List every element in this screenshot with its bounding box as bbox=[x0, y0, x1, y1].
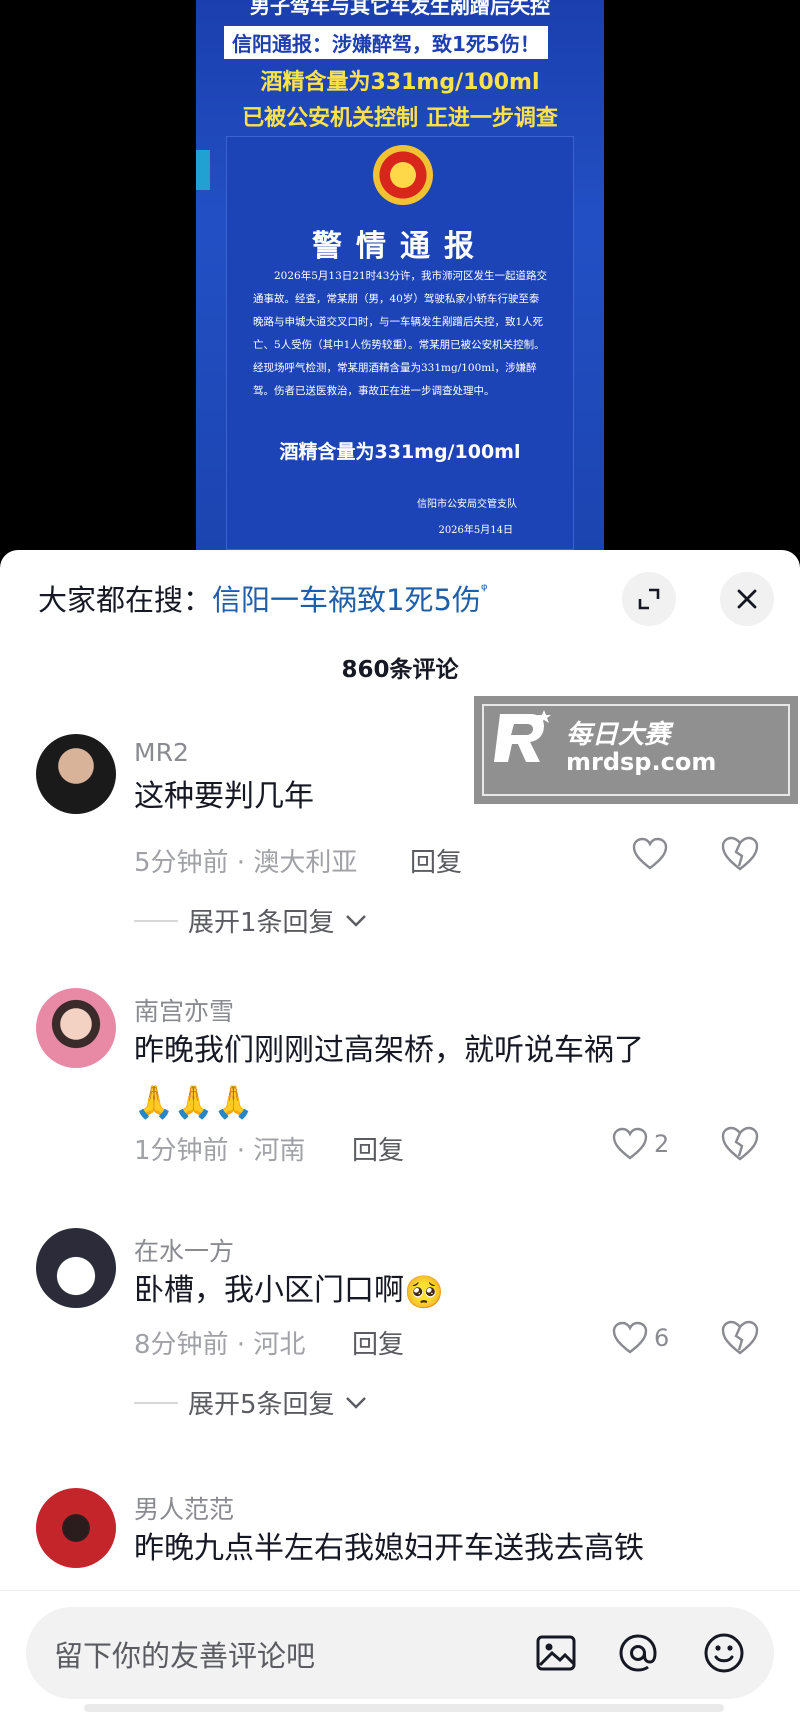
avatar[interactable] bbox=[36, 734, 116, 814]
expand-replies-label: 展开5条回复 bbox=[188, 1390, 335, 1420]
dislike-icon[interactable] bbox=[720, 1318, 760, 1358]
comment-author[interactable]: 在水一方 bbox=[134, 1232, 234, 1268]
search-icon: ᵠ bbox=[480, 580, 488, 599]
reply-button[interactable]: 回复 bbox=[352, 1324, 404, 1361]
video-caption-line-4: 已被公安机关控制 正进一步调查 bbox=[242, 106, 558, 131]
watermark-title: 每日大赛 bbox=[566, 720, 671, 750]
comment-author[interactable]: 男人范范 bbox=[134, 1490, 234, 1526]
dislike-icon[interactable] bbox=[720, 1124, 760, 1164]
video-player[interactable]: 男子驾车与其它车发生剐蹭后失控 信阳通报：涉嫌醉驾，致1死5伤！ 酒精含量为33… bbox=[0, 0, 800, 560]
comment-text: 卧槽，我小区门口啊🥺 bbox=[134, 1266, 754, 1316]
close-icon bbox=[737, 589, 757, 609]
avatar[interactable] bbox=[36, 988, 116, 1068]
pleading-emoji: 🥺 bbox=[404, 1272, 444, 1311]
notice-body: 2026年5月13日21时43分许，我市浉河区发生一起道路交通事故。经查，常某朋… bbox=[253, 270, 547, 397]
notice-date: 2026年5月14日 bbox=[438, 525, 513, 536]
comment-input-bar: 留下你的友善评论吧 bbox=[0, 1590, 800, 1712]
expand-panel-button[interactable] bbox=[622, 572, 676, 626]
emoji-icon[interactable] bbox=[698, 1627, 750, 1679]
police-notice: 警情通报 2026年5月13日21时43分许，我市浉河区发生一起道路交通事故。经… bbox=[226, 136, 574, 550]
image-icon[interactable] bbox=[530, 1627, 582, 1679]
chevron-down-icon bbox=[345, 1396, 366, 1409]
like-button[interactable]: 2 bbox=[612, 1124, 669, 1164]
notice-department: 信阳市公安局交管支队 bbox=[417, 499, 517, 510]
comment-text: 昨晚我们刚刚过高架桥，就听说车祸了 🙏🙏🙏 bbox=[134, 1026, 754, 1126]
comment-count: 860条评论 bbox=[341, 657, 459, 683]
trending-search-term[interactable]: 信阳一车祸致1死5伤 bbox=[212, 577, 481, 619]
trending-search-link[interactable]: 大家都在搜： 信阳一车祸致1死5伤 ᵠ bbox=[38, 578, 488, 618]
comment-input[interactable]: 留下你的友善评论吧 bbox=[26, 1607, 774, 1699]
expand-replies-button[interactable]: 展开5条回复 bbox=[134, 1384, 367, 1421]
reply-button[interactable]: 回复 bbox=[352, 1130, 404, 1167]
avatar[interactable] bbox=[36, 1228, 116, 1308]
notice-title: 警情通报 bbox=[312, 229, 488, 264]
pray-emoji: 🙏🙏🙏 bbox=[134, 1082, 254, 1121]
heart-icon bbox=[612, 1321, 648, 1354]
trending-search-prefix: 大家都在搜： bbox=[38, 583, 213, 617]
chevron-down-icon bbox=[345, 914, 366, 927]
like-count: 6 bbox=[654, 1324, 670, 1352]
expand-replies-label: 展开1条回复 bbox=[188, 908, 335, 938]
divider bbox=[134, 1401, 178, 1404]
comment-meta: 5分钟前 · 澳大利亚 bbox=[134, 848, 358, 878]
heart-icon bbox=[632, 837, 668, 870]
watermark: 每日大赛 mrdsp.com bbox=[472, 694, 800, 806]
comment-text-body: 卧槽，我小区门口啊 bbox=[134, 1273, 404, 1308]
comment-meta: 1分钟前 · 河南 bbox=[134, 1136, 306, 1166]
video-caption-line-1: 男子驾车与其它车发生剐蹭后失控 bbox=[250, 0, 550, 18]
like-count: 2 bbox=[654, 1130, 670, 1158]
comment-text: 昨晚九点半左右我媳妇开车送我去高铁 bbox=[134, 1531, 644, 1566]
avatar[interactable] bbox=[36, 1488, 116, 1568]
comment-author[interactable]: MR2 bbox=[134, 738, 189, 767]
heart-icon bbox=[612, 1127, 648, 1160]
video-frame: 男子驾车与其它车发生剐蹭后失控 信阳通报：涉嫌醉驾，致1死5伤！ 酒精含量为33… bbox=[196, 0, 604, 560]
reply-button[interactable]: 回复 bbox=[410, 842, 462, 879]
at-icon[interactable] bbox=[612, 1627, 664, 1679]
close-panel-button[interactable] bbox=[720, 572, 774, 626]
expand-replies-button[interactable]: 展开1条回复 bbox=[134, 902, 367, 939]
divider bbox=[134, 919, 178, 922]
watermark-url: mrdsp.com bbox=[566, 748, 717, 776]
notice-highlight: 酒精含量为331mg/100ml bbox=[279, 441, 521, 463]
dislike-icon[interactable] bbox=[720, 834, 760, 874]
video-caption-line-2: 信阳通报：涉嫌醉驾，致1死5伤！ bbox=[224, 26, 548, 59]
home-indicator bbox=[84, 1704, 724, 1712]
video-caption-line-3: 酒精含量为331mg/100ml bbox=[260, 70, 540, 95]
comment-input-placeholder: 留下你的友善评论吧 bbox=[54, 1639, 316, 1673]
like-button[interactable] bbox=[632, 834, 668, 874]
watermark-logo-icon bbox=[494, 710, 551, 762]
expand-icon bbox=[638, 588, 660, 610]
comment-text-body: 昨晚我们刚刚过高架桥，就听说车祸了 bbox=[134, 1033, 644, 1068]
like-button[interactable]: 6 bbox=[612, 1318, 669, 1358]
comment-meta: 8分钟前 · 河北 bbox=[134, 1330, 306, 1360]
comment-author[interactable]: 南宫亦雪 bbox=[134, 992, 234, 1028]
police-emblem-icon bbox=[373, 145, 433, 205]
